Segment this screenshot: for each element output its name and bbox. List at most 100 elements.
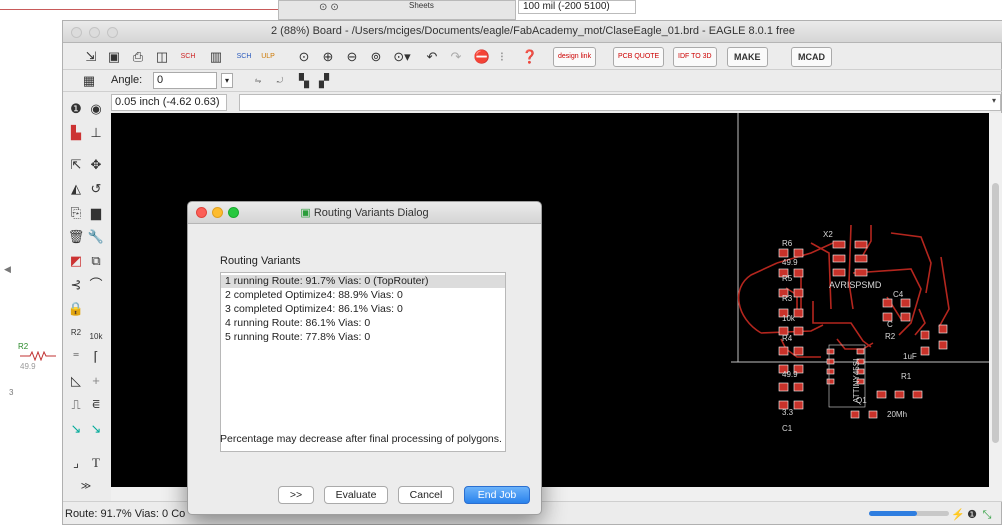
section-label: Routing Variants: [220, 255, 301, 267]
replace-icon[interactable]: ◩: [67, 252, 85, 270]
collapse-arrow-icon[interactable]: ◀: [4, 264, 11, 275]
undo-icon[interactable]: ↶: [423, 48, 441, 66]
evaluate-button[interactable]: Evaluate: [324, 486, 388, 504]
angle-select[interactable]: 0: [153, 72, 217, 89]
svg-text:X2: X2: [823, 230, 833, 239]
layer-a-icon[interactable]: ▚: [295, 72, 313, 90]
cam-processor-icon[interactable]: ◫: [153, 48, 171, 66]
cancel-button[interactable]: Cancel: [398, 486, 454, 504]
command-line-input[interactable]: ▾: [239, 94, 1001, 111]
make-button[interactable]: MAKE: [727, 47, 768, 67]
svg-text:1uF: 1uF: [903, 352, 917, 361]
lock-icon[interactable]: 🔒: [67, 300, 85, 318]
zoom-out-icon[interactable]: ⊖: [343, 48, 361, 66]
sch-board-switch-icon[interactable]: SCH: [179, 48, 197, 66]
spin-icon[interactable]: ⤾: [271, 72, 289, 90]
help-icon[interactable]: ❓: [521, 48, 539, 66]
sheets-title: Sheets: [409, 1, 434, 10]
go-lightning-icon[interactable]: ⚡: [951, 506, 965, 524]
print-icon[interactable]: ⎙: [129, 48, 147, 66]
zoom-fit-icon[interactable]: ⊙: [295, 48, 313, 66]
zoom-select-icon[interactable]: ⊙▾: [391, 48, 413, 66]
wire-icon[interactable]: ⌟: [67, 454, 85, 472]
variants-list[interactable]: 1 running Route: 91.7% Vias: 0 (TopRoute…: [220, 272, 506, 452]
run-script-icon[interactable]: SCH: [235, 48, 253, 66]
mcad-button[interactable]: MCAD: [791, 47, 832, 67]
status-progress-fill: [869, 511, 917, 516]
mark-icon[interactable]: ⊥: [87, 124, 105, 142]
svg-text:49.9: 49.9: [782, 258, 798, 267]
miter-icon[interactable]: ⁼: [67, 348, 85, 366]
tool-palette: ❶ ◉ ▙ ⊥ ⇱ ✥ ◭ ↺ ⎘ ▆ 🗑 🔧 ◩ ⧉ ⊰ ⌒ 🔒 R2 10k…: [63, 94, 109, 499]
scrollbar-thumb[interactable]: [992, 183, 999, 443]
display-layers-icon[interactable]: ▙: [67, 124, 85, 142]
svg-text:R3: R3: [782, 294, 793, 303]
mirror-tool-icon[interactable]: ◭: [67, 180, 85, 198]
variant-row[interactable]: 4 running Route: 86.1% Vias: 0: [221, 317, 505, 330]
svg-text:R4: R4: [782, 334, 793, 343]
copy-move-icon[interactable]: ✥: [87, 156, 105, 174]
value-icon[interactable]: 10k: [87, 328, 105, 346]
text-icon[interactable]: T: [87, 454, 105, 472]
svg-text:49.9: 49.9: [782, 370, 798, 379]
route-manual-icon[interactable]: ↘: [87, 420, 105, 438]
polygon-note: Percentage may decrease after final proc…: [220, 433, 502, 445]
expand-button[interactable]: >>: [278, 486, 314, 504]
dialog-title-text: Routing Variants Dialog: [313, 207, 429, 219]
split-icon[interactable]: ⊰: [67, 276, 85, 294]
library-icon[interactable]: ▥: [207, 48, 225, 66]
pcb-quote-button[interactable]: PCB QUOTE: [613, 47, 665, 67]
go-icon[interactable]: ⁝: [493, 48, 511, 66]
split-wire-icon[interactable]: ⌈: [87, 348, 105, 366]
svg-text:3.3: 3.3: [782, 408, 794, 417]
sheets-panel-icons[interactable]: ⊙⊙: [319, 2, 342, 13]
ratsnest-icon[interactable]: ↘: [67, 420, 85, 438]
svg-text:R2: R2: [885, 332, 896, 341]
vertical-scrollbar[interactable]: [989, 113, 1002, 501]
variant-row[interactable]: 2 completed Optimize4: 88.9% Vias: 0: [221, 289, 505, 302]
chevron-down-icon[interactable]: ▾: [992, 96, 996, 105]
mirror-icon[interactable]: ⇋: [249, 72, 267, 90]
run-ulp-icon[interactable]: ULP: [259, 48, 277, 66]
background-coord-readout: 100 mil (-200 5100): [518, 0, 636, 14]
route-status-icon[interactable]: ⤡: [979, 506, 995, 524]
info-status-icon[interactable]: ❶: [965, 506, 979, 524]
show-icon[interactable]: ◉: [87, 100, 105, 118]
variant-row[interactable]: 5 running Route: 77.8% Vias: 0: [221, 331, 505, 344]
chevron-down-icon[interactable]: ▾: [221, 73, 233, 88]
optimize-icon[interactable]: ◺: [67, 372, 85, 390]
rotate-icon[interactable]: ↺: [87, 180, 105, 198]
ripup-icon[interactable]: ⌒: [87, 276, 105, 294]
grid-icon[interactable]: ▦: [79, 72, 99, 90]
more-tools-icon[interactable]: ≫: [77, 478, 95, 496]
zoom-redraw-icon[interactable]: ⊚: [367, 48, 385, 66]
info-icon[interactable]: ❶: [67, 100, 85, 118]
variant-row[interactable]: 3 completed Optimize4: 86.1% Vias: 0: [221, 303, 505, 316]
svg-text:C4: C4: [893, 290, 904, 299]
idf-to-3d-button[interactable]: IDF TO 3D: [673, 47, 717, 67]
meander-icon[interactable]: +: [87, 372, 105, 390]
stop-icon[interactable]: ⛔: [473, 48, 491, 66]
delete-icon[interactable]: 🗑: [67, 228, 85, 246]
smash-icon[interactable]: R2: [67, 324, 85, 342]
copy-icon[interactable]: ⎘: [67, 204, 85, 222]
design-link-button[interactable]: design link: [553, 47, 597, 67]
board-outline: [737, 113, 991, 363]
autorouter-icon[interactable]: ⋷: [87, 396, 105, 414]
redo-icon[interactable]: ↷: [447, 48, 465, 66]
end-job-button[interactable]: End Job: [464, 486, 530, 504]
move-icon[interactable]: ⇱: [67, 156, 85, 174]
main-toolbar: ⇲ ▣ ⎙ ◫ SCH ▥ SCH ULP ⊙ ⊕ ⊖ ⊚ ⊙▾ ↶ ↷ ⛔ ⁝…: [63, 44, 1002, 70]
change-icon[interactable]: 🔧: [87, 228, 105, 246]
cursor-coordinate-display: 0.05 inch (-4.62 0.63): [111, 94, 227, 111]
open-icon[interactable]: ⇲: [81, 48, 101, 66]
make-label: MAKE: [734, 52, 761, 62]
group-icon[interactable]: ⧉: [87, 252, 105, 270]
layer-b-icon[interactable]: ▞: [315, 72, 333, 90]
route-icon[interactable]: ⎍: [67, 396, 85, 414]
paste-icon[interactable]: ▆: [87, 204, 105, 222]
svg-text:AVRISPSMD: AVRISPSMD: [829, 280, 882, 290]
variant-row[interactable]: 1 running Route: 91.7% Vias: 0 (TopRoute…: [221, 275, 505, 288]
save-icon[interactable]: ▣: [105, 48, 123, 66]
zoom-in-icon[interactable]: ⊕: [319, 48, 337, 66]
